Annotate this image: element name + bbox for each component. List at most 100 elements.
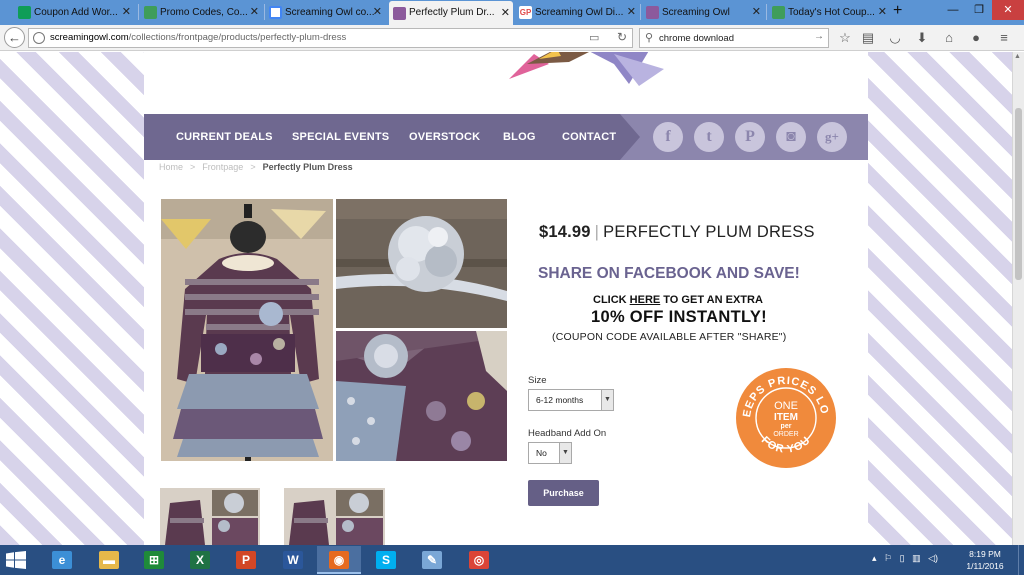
tab-close-icon[interactable]: ✕ — [627, 2, 636, 23]
bookmarks-list-icon[interactable]: ▤ — [860, 30, 876, 46]
page-scrollbar[interactable]: ▲ — [1012, 52, 1024, 545]
screaming-owl-logo[interactable] — [509, 52, 669, 94]
product-price: $14.99 — [539, 223, 591, 241]
home-icon[interactable]: ⌂ — [941, 30, 957, 46]
tab-promo-codes[interactable]: Promo Codes, Co... ✕ — [140, 2, 262, 23]
taskbar-clock[interactable]: 8:19 PM 1/11/2016 — [960, 548, 1010, 572]
nav-current-deals[interactable]: CURRENT DEALS — [176, 114, 273, 160]
breadcrumb-sep: > — [250, 162, 256, 172]
nav-blog[interactable]: BLOG — [503, 114, 536, 160]
breadcrumb-sep: > — [190, 162, 196, 172]
nav-special-events[interactable]: SPECIAL EVENTS — [292, 114, 389, 160]
excel-app[interactable]: X — [178, 546, 222, 574]
windows-taskbar: e ▬ ⊞ X P W ◉ S ✎ ◎ ▴ ⚐ ▯ ▥ ◁) 8:19 PM 1/11/2016 — [0, 545, 1024, 575]
instagram-icon[interactable]: ◙ — [776, 122, 806, 152]
tab-perfectly-plum-dress[interactable]: Perfectly Plum Dr... ✕ — [389, 1, 513, 25]
reload-icon[interactable]: ↻ — [617, 30, 627, 44]
purchase-button[interactable]: Purchase — [528, 480, 599, 506]
firefox-app[interactable]: ◉ — [317, 546, 361, 574]
chevron-down-icon: ▼ — [559, 443, 571, 463]
file-explorer-app[interactable]: ▬ — [87, 546, 131, 574]
battery-icon[interactable]: ▯ — [900, 553, 905, 563]
search-go-arrow-icon[interactable]: → — [814, 31, 824, 42]
tab-close-icon[interactable]: ✕ — [501, 1, 510, 25]
show-desktop-button[interactable] — [1018, 545, 1024, 575]
pinterest-icon[interactable]: P — [735, 122, 765, 152]
powerpoint-icon: P — [236, 551, 256, 569]
google-favicon-icon — [269, 6, 282, 19]
url-text[interactable]: screamingowl.com/collections/frontpage/p… — [50, 29, 346, 47]
tab-close-icon[interactable]: ✕ — [122, 2, 131, 23]
search-input[interactable] — [659, 29, 809, 47]
tab-close-icon[interactable]: ✕ — [878, 2, 887, 23]
tab-title: Today's Hot Coup... — [788, 7, 875, 18]
search-box[interactable]: ⚲ → — [639, 28, 829, 48]
tray-chevron-icon[interactable]: ▴ — [872, 553, 877, 563]
tab-close-icon[interactable]: ✕ — [250, 2, 259, 23]
discount-text: 10% OFF INSTANTLY! — [591, 308, 767, 326]
facebook-icon[interactable]: f — [653, 122, 683, 152]
powerpoint-app[interactable]: P — [224, 546, 268, 574]
restore-icon[interactable]: ❐ — [966, 0, 992, 20]
store-icon: ⊞ — [144, 551, 164, 569]
store-app[interactable]: ⊞ — [132, 546, 176, 574]
tab-title: Promo Codes, Co... — [160, 7, 248, 18]
skype-icon: S — [376, 551, 396, 569]
tab-close-icon[interactable]: ✕ — [373, 2, 382, 23]
one-item-per-order-badge: KEEPS PRICES LOW FOR YOU ONE ITEM per OR… — [736, 368, 836, 468]
nav-overstock[interactable]: OVERSTOCK — [409, 114, 480, 160]
menu-icon[interactable]: ≡ — [996, 30, 1012, 46]
product-fabric-photo[interactable] — [336, 331, 507, 461]
windows-start-icon[interactable] — [6, 551, 26, 569]
product-headband-photo[interactable] — [336, 199, 507, 328]
tab-coupon-add-words[interactable]: Coupon Add Wor... ✕ — [14, 2, 134, 23]
browser-tab-bar: Coupon Add Wor... ✕ Promo Codes, Co... ✕… — [0, 0, 1024, 25]
back-arrow-icon: ← — [8, 30, 21, 45]
word-app[interactable]: W — [271, 546, 315, 574]
skype-app[interactable]: S — [364, 546, 408, 574]
network-icon[interactable]: ▥ — [912, 553, 921, 563]
product-main-photo[interactable] — [161, 199, 333, 461]
system-tray[interactable]: ▴ ⚐ ▯ ▥ ◁) — [872, 553, 938, 564]
tab-close-icon[interactable]: ✕ — [752, 2, 761, 23]
download-icon[interactable]: ⬇ — [914, 30, 930, 46]
flag-icon[interactable]: ⚐ — [884, 553, 892, 563]
chrome-app[interactable]: ◎ — [457, 546, 501, 574]
headband-selected-value: No — [536, 448, 547, 458]
google-plus-icon[interactable]: g+ — [817, 122, 847, 152]
new-tab-plus-icon[interactable]: + — [893, 2, 902, 20]
internet-explorer-app[interactable]: e — [40, 546, 84, 574]
scrollbar-thumb[interactable] — [1015, 108, 1022, 280]
minimize-icon[interactable]: — — [940, 0, 966, 20]
product-thumbnail[interactable] — [284, 488, 385, 545]
sheets-favicon-icon — [18, 6, 31, 19]
share-here-link[interactable]: HERE — [630, 294, 661, 306]
back-button[interactable]: ← — [4, 27, 25, 48]
reader-view-icon[interactable]: ▭ — [589, 31, 599, 44]
pocket-icon[interactable]: ◡ — [887, 30, 903, 46]
chat-icon[interactable]: ● — [968, 30, 984, 46]
tab-screaming-owl[interactable]: Screaming Owl ✕ — [642, 2, 764, 23]
tab-screaming-owl-discount[interactable]: GP Screaming Owl Di... ✕ — [515, 2, 639, 23]
nav-contact[interactable]: CONTACT — [562, 114, 616, 160]
twitter-icon[interactable]: t — [694, 122, 724, 152]
headband-select[interactable]: No ▼ — [528, 442, 572, 464]
tab-todays-hot-coupons[interactable]: Today's Hot Coup... ✕ — [768, 2, 890, 23]
breadcrumb-frontpage[interactable]: Frontpage — [202, 162, 243, 172]
product-thumbnail[interactable] — [160, 488, 260, 545]
volume-icon[interactable]: ◁) — [928, 553, 938, 563]
close-window-icon[interactable]: ✕ — [992, 0, 1024, 20]
bookmark-star-icon[interactable]: ☆ — [837, 30, 853, 46]
word-icon: W — [283, 551, 303, 569]
badge-line-3: per — [781, 423, 792, 430]
breadcrumb-home[interactable]: Home — [159, 162, 183, 172]
owl-favicon-icon — [393, 7, 406, 20]
size-select[interactable]: 6-12 months ▼ — [528, 389, 614, 411]
breadcrumb: Home > Frontpage > Perfectly Plum Dress — [159, 162, 353, 172]
tab-screaming-owl-google[interactable]: Screaming Owl co... ✕ — [265, 2, 385, 23]
address-bar[interactable]: screamingowl.com/collections/frontpage/p… — [28, 28, 633, 48]
paint-app[interactable]: ✎ — [410, 546, 454, 574]
scroll-up-arrow-icon[interactable]: ▲ — [1014, 53, 1021, 60]
internet-explorer-icon: e — [52, 551, 72, 569]
page-viewport: CURRENT DEALS SPECIAL EVENTS OVERSTOCK B… — [0, 52, 1012, 545]
